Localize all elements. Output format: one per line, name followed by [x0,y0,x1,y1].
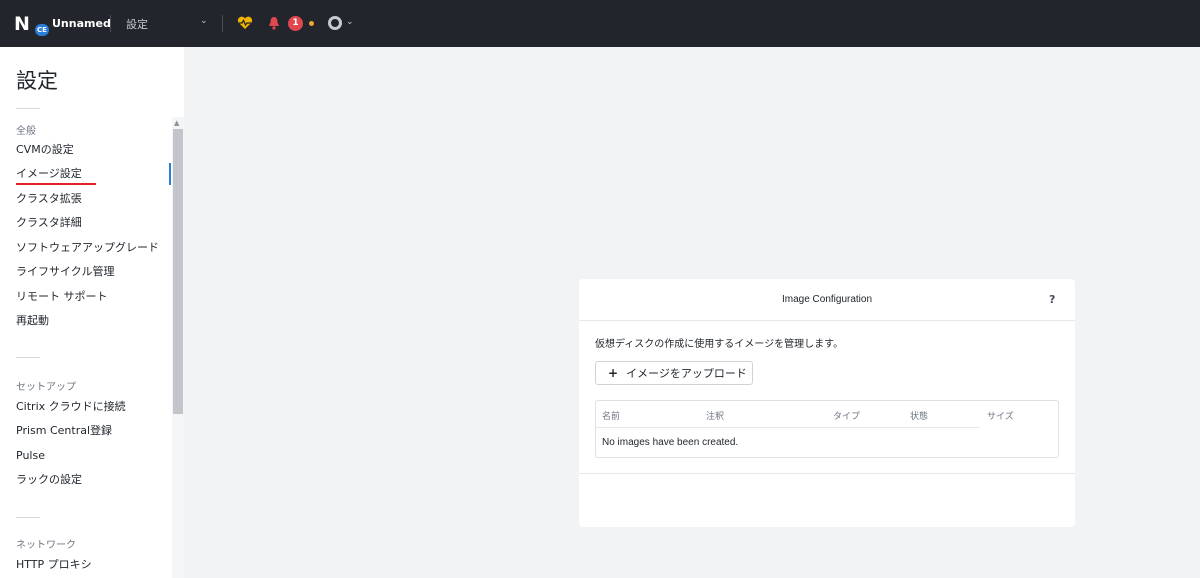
top-navigation-bar: N CE Unnamed 設定 ⌄ 1 ⌄ [0,0,1200,47]
plus-icon: + [608,366,619,380]
chevron-down-icon[interactable]: ⌄ [200,16,208,26]
warning-dot-icon[interactable] [309,21,314,26]
alert-count-badge[interactable]: 1 [288,16,303,31]
upload-image-button[interactable]: + イメージをアップロード [595,361,753,385]
column-header-name[interactable]: 名前 [602,409,620,422]
sidebar-item-reboot[interactable]: 再起動 [16,310,49,332]
dialog-title: Image Configuration [781,294,873,305]
group-label-network: ネットワーク [16,540,76,551]
page-title: 設定 [16,69,58,93]
sidebar-item-cluster-details[interactable]: クラスタ詳細 [16,212,82,234]
bell-icon[interactable] [268,16,280,30]
sidebar-item-citrix-cloud[interactable]: Citrix クラウドに接続 [16,396,126,418]
sidebar-item-remote-support[interactable]: リモート サポート [16,286,108,308]
divider [110,15,111,32]
settings-sidebar: 設定 全般 CVMの設定 イメージ設定 クラスタ拡張 クラスタ詳細 ソフトウェア… [0,47,184,578]
empty-table-message: No images have been created. [602,437,739,448]
group-divider [16,517,40,518]
sidebar-item-cvm-settings[interactable]: CVMの設定 [16,139,74,161]
active-item-indicator [169,163,171,185]
logo-edition-badge: CE [35,24,49,36]
sidebar-item-expand-cluster[interactable]: クラスタ拡張 [16,188,82,210]
group-divider [16,108,40,109]
column-header-state[interactable]: 状態 [910,409,928,422]
sidebar-item-rack-configuration[interactable]: ラックの設定 [16,469,82,491]
table-header-divider [596,427,980,428]
column-header-size[interactable]: サイズ [987,409,1014,422]
active-item-underline [16,183,96,185]
dialog-description: 仮想ディスクの作成に使用するイメージを管理します。 [595,339,844,350]
sidebar-item-image-configuration[interactable]: イメージ設定 [16,163,82,185]
group-divider [16,357,40,358]
column-header-annotation[interactable]: 注釈 [706,409,724,422]
nutanix-logo[interactable]: N CE [14,13,49,36]
upload-image-label: イメージをアップロード [626,367,747,380]
health-heart-icon[interactable] [237,16,253,30]
divider [222,15,223,32]
chevron-down-icon[interactable]: ⌄ [346,17,354,27]
tasks-circle-icon[interactable] [328,16,342,30]
dialog-header: Image Configuration ? [579,279,1075,321]
cluster-name[interactable]: Unnamed [52,17,111,30]
image-configuration-dialog: Image Configuration ? 仮想ディスクの作成に使用するイメージ… [579,279,1075,527]
sidebar-item-prism-central-registration[interactable]: Prism Central登録 [16,420,112,442]
sidebar-item-lifecycle-management[interactable]: ライフサイクル管理 [16,261,114,283]
main-menu-title[interactable]: 設定 [126,16,148,32]
sidebar-item-software-upgrade[interactable]: ソフトウェアアップグレード [16,237,159,259]
scrollbar-thumb[interactable] [173,129,183,414]
logo-letter: N [14,13,30,35]
help-icon[interactable]: ? [1049,293,1055,306]
scroll-up-arrow-icon[interactable]: ▲ [174,119,179,127]
dialog-footer-divider [579,473,1075,474]
sidebar-item-pulse[interactable]: Pulse [16,445,45,467]
sidebar-item-http-proxy[interactable]: HTTP プロキシ [16,554,92,576]
images-table: 名前 注釈 タイプ 状態 サイズ No images have been cre… [595,400,1059,458]
group-label-general: 全般 [16,126,36,137]
column-header-type[interactable]: タイプ [833,409,860,422]
group-label-setup: セットアップ [16,382,76,393]
